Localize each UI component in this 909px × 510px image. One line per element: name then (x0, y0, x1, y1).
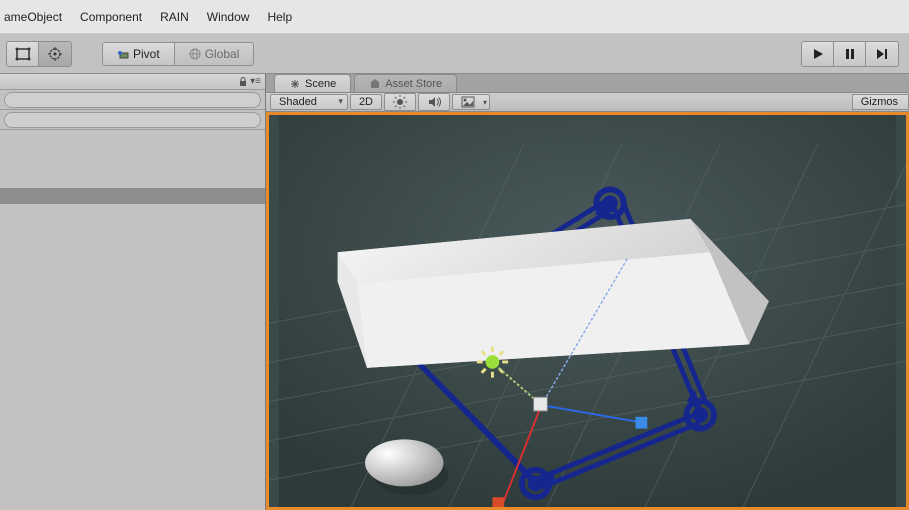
rect-tool-icon (15, 47, 31, 61)
menu-bar: ameObject Component RAIN Window Help (0, 0, 909, 34)
tab-asset-store-label: Asset Store (385, 78, 442, 90)
audio-icon (427, 95, 441, 109)
pause-icon (843, 47, 857, 61)
globe-icon (189, 48, 201, 60)
scene-toolbar: Shaded 2D ▾ Gizmos (266, 92, 909, 112)
tab-scene[interactable]: Scene (274, 74, 351, 92)
toggle-2d[interactable]: 2D (350, 94, 382, 110)
hierarchy-search-row-2 (0, 110, 265, 130)
scene-area: Scene Asset Store Shaded 2D ▾ Gizmos (266, 74, 909, 510)
play-icon (811, 47, 825, 61)
pause-button[interactable] (834, 42, 866, 66)
scene-tabbar: Scene Asset Store (266, 74, 909, 92)
hierarchy-panel: ▾≡ (0, 74, 266, 510)
cursor-icon (266, 112, 866, 477)
main-area: ▾≡ Scene Asset Store Shaded 2D (0, 74, 909, 510)
play-button[interactable] (802, 42, 834, 66)
hierarchy-search-input[interactable] (4, 92, 261, 108)
menu-gameobject[interactable]: ameObject (4, 10, 62, 24)
hierarchy-search-input-2[interactable] (4, 112, 261, 128)
handle-mode: Pivot Global (102, 42, 254, 66)
menu-help[interactable]: Help (267, 10, 292, 24)
main-toolbar: Pivot Global (0, 34, 909, 74)
menu-component[interactable]: Component (80, 10, 142, 24)
toggle-audio[interactable] (418, 93, 450, 111)
tool-rect[interactable] (7, 42, 39, 66)
play-controls (801, 41, 899, 67)
menu-rain[interactable]: RAIN (160, 10, 189, 24)
transform-tools (6, 41, 72, 67)
tool-move[interactable] (39, 42, 71, 66)
pivot-label: Pivot (133, 47, 160, 61)
shading-dropdown[interactable]: Shaded (270, 94, 348, 110)
panel-menu-icon[interactable]: ▾≡ (250, 76, 261, 87)
step-icon (875, 47, 889, 61)
hierarchy-search-row (0, 90, 265, 110)
asset-store-icon (369, 78, 381, 90)
lock-icon[interactable] (238, 77, 248, 87)
menu-window[interactable]: Window (207, 10, 250, 24)
sun-icon (393, 95, 407, 109)
pivot-icon (117, 48, 129, 60)
global-button[interactable]: Global (174, 43, 254, 65)
image-icon (461, 96, 475, 108)
tab-asset-store[interactable]: Asset Store (354, 74, 457, 92)
tab-scene-label: Scene (305, 78, 336, 90)
hierarchy-header: ▾≡ (0, 74, 265, 90)
global-label: Global (205, 47, 240, 61)
hierarchy-selected-row[interactable] (0, 188, 265, 204)
scene-tab-icon (289, 78, 301, 90)
toggle-lighting[interactable] (384, 93, 416, 111)
hierarchy-body[interactable] (0, 130, 265, 510)
scene-viewport[interactable] (266, 112, 909, 510)
pivot-button[interactable]: Pivot (103, 43, 174, 65)
step-button[interactable] (866, 42, 898, 66)
move-tool-icon (46, 46, 64, 62)
gizmos-dropdown[interactable]: Gizmos (852, 94, 909, 110)
toggle-fx[interactable]: ▾ (452, 94, 490, 110)
